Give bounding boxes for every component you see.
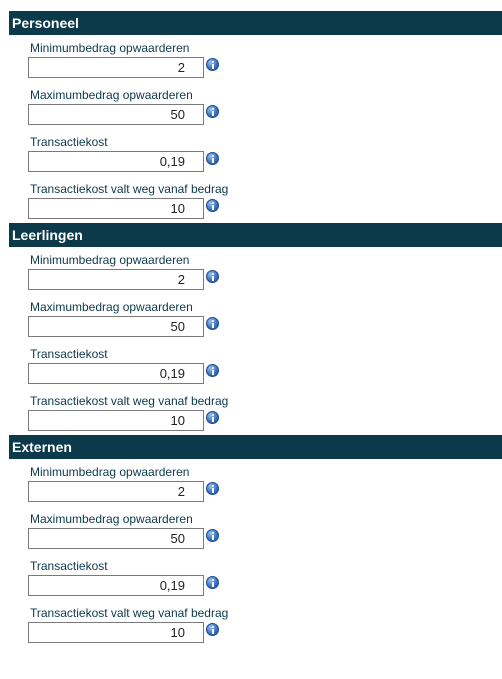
field-label: Transactiekost valt weg vanaf bedrag [30,182,229,196]
info-icon[interactable] [206,364,219,377]
field-cost-waived-threshold: Transactiekost valt weg vanaf bedrag [0,600,502,647]
section-personeel: Personeel Minimumbedrag opwaarderen Maxi… [0,11,502,223]
field-label: Maximumbedrag opwaarderen [30,512,193,526]
info-icon[interactable] [206,199,219,212]
section-externen: Externen Minimumbedrag opwaarderen Maxim… [0,435,502,647]
info-icon[interactable] [206,317,219,330]
field-label: Transactiekost [30,347,108,361]
field-label: Transactiekost [30,135,108,149]
min-amount-input[interactable] [28,481,204,502]
info-icon[interactable] [206,482,219,495]
field-min-amount: Minimumbedrag opwaarderen [0,35,502,82]
field-label: Transactiekost valt weg vanaf bedrag [30,606,229,620]
transaction-cost-input[interactable] [28,151,204,172]
field-max-amount: Maximumbedrag opwaarderen [0,82,502,129]
field-label: Minimumbedrag opwaarderen [30,41,190,55]
field-cost-waived-threshold: Transactiekost valt weg vanaf bedrag [0,176,502,223]
section-title: Leerlingen [9,223,502,247]
field-transaction-cost: Transactiekost [0,341,502,388]
info-icon[interactable] [206,623,219,636]
field-transaction-cost: Transactiekost [0,129,502,176]
max-amount-input[interactable] [28,316,204,337]
info-icon[interactable] [206,152,219,165]
field-cost-waived-threshold: Transactiekost valt weg vanaf bedrag [0,388,502,435]
info-icon[interactable] [206,576,219,589]
info-icon[interactable] [206,529,219,542]
cost-waived-threshold-input[interactable] [28,410,204,431]
field-label: Transactiekost valt weg vanaf bedrag [30,394,229,408]
field-label: Transactiekost [30,559,108,573]
field-label: Minimumbedrag opwaarderen [30,253,190,267]
field-label: Maximumbedrag opwaarderen [30,300,193,314]
info-icon[interactable] [206,270,219,283]
section-title: Personeel [9,11,502,35]
section-leerlingen: Leerlingen Minimumbedrag opwaarderen Max… [0,223,502,435]
info-icon[interactable] [206,411,219,424]
cost-waived-threshold-input[interactable] [28,622,204,643]
cost-waived-threshold-input[interactable] [28,198,204,219]
min-amount-input[interactable] [28,57,204,78]
field-transaction-cost: Transactiekost [0,553,502,600]
transaction-cost-input[interactable] [28,363,204,384]
info-icon[interactable] [206,105,219,118]
field-max-amount: Maximumbedrag opwaarderen [0,506,502,553]
info-icon[interactable] [206,58,219,71]
settings-form: Personeel Minimumbedrag opwaarderen Maxi… [0,11,502,647]
max-amount-input[interactable] [28,104,204,125]
field-label: Minimumbedrag opwaarderen [30,465,190,479]
field-max-amount: Maximumbedrag opwaarderen [0,294,502,341]
field-min-amount: Minimumbedrag opwaarderen [0,247,502,294]
section-title: Externen [9,435,502,459]
field-min-amount: Minimumbedrag opwaarderen [0,459,502,506]
max-amount-input[interactable] [28,528,204,549]
transaction-cost-input[interactable] [28,575,204,596]
min-amount-input[interactable] [28,269,204,290]
field-label: Maximumbedrag opwaarderen [30,88,193,102]
